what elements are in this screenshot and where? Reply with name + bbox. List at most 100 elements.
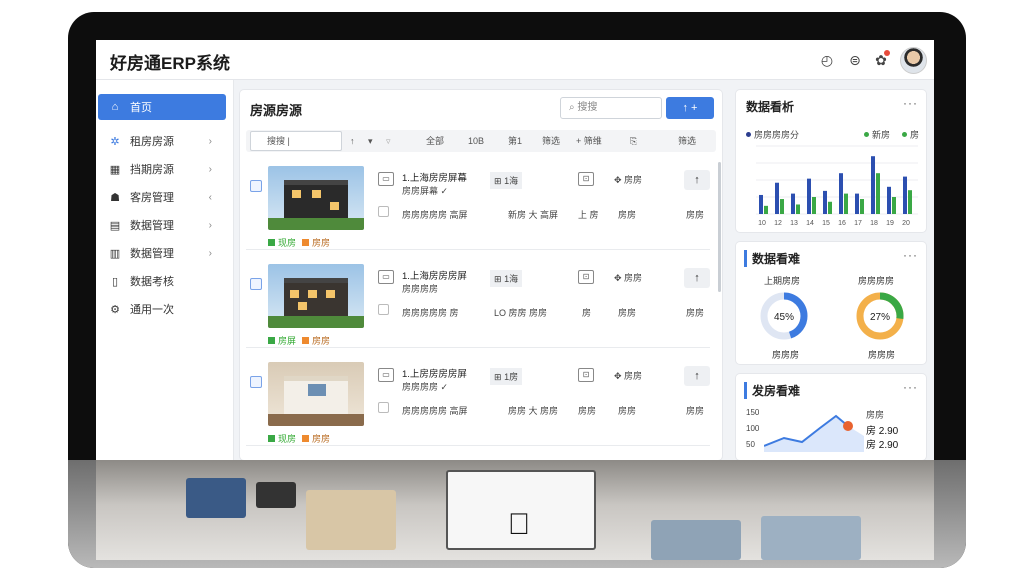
- bed-icon: ⊞: [494, 274, 502, 284]
- listing-title: 1.上海房房屏幕: [402, 173, 467, 184]
- globe-icon[interactable]: ⊜: [846, 51, 864, 69]
- bar-primary: [775, 182, 779, 214]
- row-checkbox[interactable]: [250, 278, 262, 290]
- copy-icon[interactable]: ⎘: [630, 130, 637, 152]
- promote-button[interactable]: ↑: [684, 366, 710, 386]
- screen: 好房通ERP系统 ◴ ⊜ ✿ ⌂ 首页 ✲ 租房房源 › ▦ 挡期房源 › ☗ …: [96, 40, 934, 460]
- bar-secondary: [876, 173, 880, 214]
- top-bar: 好房通ERP系统 ◴ ⊜ ✿: [96, 40, 934, 80]
- sidebar-item-review[interactable]: ▯ 数据考核: [98, 268, 226, 294]
- building-icon: ▦: [109, 163, 121, 176]
- avatar[interactable]: [900, 47, 927, 74]
- x-tick-label: 17: [854, 220, 862, 227]
- filter-select[interactable]: 搜搜 |: [250, 131, 342, 151]
- search-input[interactable]: ⌕ 搜搜: [560, 97, 662, 119]
- bar-secondary: [828, 201, 832, 214]
- listing-title: 1.上房房房房屏: [402, 369, 467, 380]
- sidebar-item-label: 数据管理: [130, 220, 174, 232]
- type-badge: 房房: [312, 238, 331, 248]
- unit-value: 1海: [504, 274, 519, 284]
- sidebar-item-label: 通用一次: [130, 304, 174, 316]
- list-item[interactable]: 房屏 房房 ▭ 1.上海房房房屏 房房房房 房房房房房 房 ⊞ 1海 LO 房房…: [246, 256, 710, 348]
- sidebar-item-guests[interactable]: ☗ 客房管理 ‹: [98, 184, 226, 210]
- row-checkbox[interactable]: [250, 180, 262, 192]
- panel-title: 数据看难: [744, 250, 800, 267]
- sidebar-item-schedule[interactable]: ▦ 挡期房源 ›: [98, 156, 226, 182]
- type-badge: 房房: [312, 336, 331, 346]
- add-button[interactable]: ↑ +: [666, 97, 714, 119]
- bar-primary: [887, 186, 891, 214]
- legend-label: 房房房房分: [754, 130, 800, 140]
- sidebar-item-home[interactable]: ⌂ 首页: [98, 94, 226, 120]
- sort-up-button[interactable]: ↑: [350, 130, 355, 152]
- area-detail: 房房: [618, 308, 637, 318]
- analytics-panel: 数据看析 ··· 房房房房分 新房 房 10 12 13 14 15 16 17 18 19 20: [736, 90, 926, 232]
- unit-value: 1房: [504, 372, 519, 382]
- sidebar-item-rentals[interactable]: ✲ 租房房源 ›: [98, 128, 226, 154]
- more-icon[interactable]: ···: [903, 248, 918, 262]
- sidebar-item-general[interactable]: ⚙ 通用一次: [98, 296, 226, 322]
- row-checkbox[interactable]: [250, 376, 262, 388]
- image-icon: ⊡: [578, 172, 594, 186]
- apple-logo-icon: : [504, 508, 534, 542]
- property-photo: [268, 166, 364, 230]
- ratio-panel: 数据看难 ··· 上期房房 房房房房 45% 27% 房房房 房房房: [736, 242, 926, 364]
- dropdown-button[interactable]: ▾: [368, 130, 373, 152]
- sidebar-item-label: 客房管理: [130, 192, 174, 204]
- unit-detail: LO 房房 房房: [494, 308, 548, 318]
- filter-more[interactable]: 筛选: [678, 130, 696, 152]
- unit-badge: ⊞ 1海: [490, 172, 523, 189]
- scrollbar[interactable]: [718, 162, 721, 292]
- ring-value: 27%: [870, 312, 890, 323]
- row-select-checkbox[interactable]: [378, 206, 389, 217]
- action-label: 房房: [686, 210, 705, 220]
- y-tick: 150: [746, 408, 760, 417]
- list-item[interactable]: 现房 房房 ▭ 1.上房房房房屏 房房房房 ✓ 房房房房房 高屏 ⊞ 1房 房房…: [246, 354, 710, 446]
- legend-item: 房: [902, 128, 919, 141]
- filter-all[interactable]: 全部: [426, 130, 444, 152]
- app-title: 好房通ERP系统: [110, 54, 230, 73]
- trend-legend: 房 2.90: [866, 426, 899, 437]
- filter-page[interactable]: 第1: [508, 130, 522, 152]
- row-select-checkbox[interactable]: [378, 304, 389, 315]
- listing-meta: 房房房房房 高屏: [402, 210, 468, 220]
- ring-caption: 房房房: [868, 350, 896, 360]
- document-icon: ▯: [111, 275, 119, 288]
- x-tick-label: 12: [774, 220, 782, 227]
- promote-button[interactable]: ↑: [684, 268, 710, 288]
- panel-title: 数据看析: [746, 100, 795, 114]
- row-select-checkbox[interactable]: [378, 402, 389, 413]
- action-label: 房房: [686, 406, 705, 416]
- panel-title: 发房看难: [744, 382, 800, 399]
- sidebar: ⌂ 首页 ✲ 租房房源 › ▦ 挡期房源 › ☗ 客房管理 ‹ ▤ 数据管理 ›…: [96, 80, 234, 460]
- unit-detail: 新房 大 高屏: [508, 210, 559, 220]
- more-icon[interactable]: ···: [903, 380, 918, 394]
- bar-primary: [903, 176, 907, 214]
- filter-option[interactable]: 筛选: [542, 130, 560, 152]
- unit-value: 1海: [504, 176, 519, 186]
- dashboard-icon[interactable]: ◴: [818, 51, 836, 69]
- sidebar-item-data-2[interactable]: ▥ 数据管理 ›: [98, 240, 226, 266]
- dropdown-button-2[interactable]: ▿: [386, 130, 391, 152]
- sidebar-item-data-1[interactable]: ▤ 数据管理 ›: [98, 212, 226, 238]
- trend-point: [843, 421, 853, 431]
- image-icon: ⊡: [578, 270, 594, 284]
- trend-line-chart: [764, 414, 864, 452]
- property-photo: [268, 264, 364, 328]
- filter-count[interactable]: 10B: [468, 130, 484, 152]
- settings-icon: ⚙: [110, 303, 120, 316]
- promote-button[interactable]: ↑: [684, 170, 710, 190]
- action-label: 房房: [686, 308, 705, 318]
- trend-legend: 房 2.90: [866, 440, 899, 451]
- add-filter-button[interactable]: + 筛维: [576, 130, 602, 152]
- list-item[interactable]: 现房 房房 ▭ 1.上海房房屏幕 房房屏幕 ✓ 房房房房房 高屏 ⊞ 1海 新房…: [246, 158, 710, 250]
- chevron-left-icon: ‹: [208, 191, 212, 203]
- bar-primary: [871, 156, 875, 214]
- area-detail: 房房: [618, 406, 637, 416]
- chart-icon: ▤: [109, 219, 121, 232]
- bar-primary: [791, 193, 795, 214]
- bar-primary: [855, 193, 859, 214]
- x-tick-label: 19: [886, 220, 894, 227]
- bar-secondary: [860, 199, 864, 214]
- more-icon[interactable]: ···: [903, 96, 918, 110]
